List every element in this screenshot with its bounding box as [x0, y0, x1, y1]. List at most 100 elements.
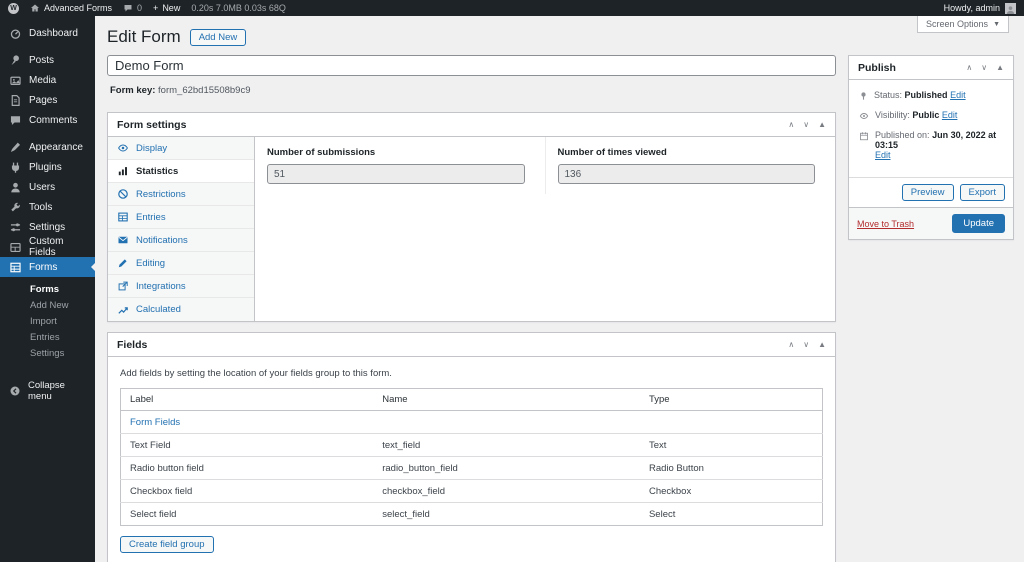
preview-button[interactable]: Preview [901, 184, 954, 201]
edit-status-link[interactable]: Edit [950, 90, 966, 100]
toggle-panel-icon[interactable]: ▲ [818, 340, 826, 349]
export-button[interactable]: Export [959, 184, 1005, 201]
move-up-icon[interactable]: ∧ [788, 340, 794, 349]
howdy-account-menu[interactable]: Howdy, admin [944, 3, 1000, 13]
post-status-pin-icon [859, 91, 868, 101]
appearance-brush-icon [9, 141, 22, 154]
move-to-trash-link[interactable]: Move to Trash [857, 219, 914, 229]
custom-fields-icon [9, 241, 22, 254]
plugins-icon [9, 161, 22, 174]
pencil-icon [117, 257, 129, 269]
plus-icon: + [153, 3, 159, 13]
edit-published-link[interactable]: Edit [875, 150, 891, 160]
statistics-panel: Number of submissions Number of times vi… [255, 137, 835, 321]
tab-display[interactable]: Display [108, 137, 254, 160]
create-field-group-button[interactable]: Create field group [120, 536, 214, 553]
column-header-label: Label [120, 388, 374, 411]
visibility-row: Visibility: Public Edit [859, 110, 1003, 121]
external-link-icon [117, 280, 129, 292]
pages-icon [9, 94, 22, 107]
move-up-icon[interactable]: ∧ [788, 120, 794, 129]
tab-statistics[interactable]: Statistics [108, 160, 254, 183]
submenu-item-import[interactable]: Import [0, 313, 95, 329]
tab-restrictions[interactable]: Restrictions [108, 183, 254, 206]
sidebar-item-dashboard[interactable]: Dashboard [0, 23, 95, 43]
move-down-icon[interactable]: ∨ [803, 340, 809, 349]
tools-wrench-icon [9, 201, 22, 214]
tab-calculated[interactable]: Calculated [108, 298, 254, 321]
sidebar-item-settings[interactable]: Settings [0, 217, 95, 237]
submenu-item-entries[interactable]: Entries [0, 329, 95, 345]
fields-metabox: Fields ∧ ∨ ▲ Add fields by setting the l… [107, 332, 836, 562]
wp-logo-menu[interactable]: W [8, 2, 19, 14]
submenu-item-settings[interactable]: Settings [0, 345, 95, 361]
site-name-menu[interactable]: Advanced Forms [30, 3, 112, 13]
form-settings-metabox: Form settings ∧ ∨ ▲ Display Statistics R… [107, 112, 836, 322]
field-group-link[interactable]: Form Fields [130, 417, 180, 428]
sidebar-item-tools[interactable]: Tools [0, 197, 95, 217]
fields-description: Add fields by setting the location of yo… [120, 368, 392, 379]
table-row: Select field select_field Select [130, 508, 676, 520]
settings-sliders-icon [9, 221, 22, 234]
status-row: Status: Published Edit [859, 90, 1003, 101]
field-group-row: Form Fields [120, 410, 823, 434]
envelope-icon [117, 234, 129, 246]
comments-icon [9, 114, 22, 127]
submenu-item-forms[interactable]: Forms [0, 281, 95, 297]
performance-stats: 0.20s 7.0MB 0.03s 68Q [191, 3, 286, 13]
tab-editing[interactable]: Editing [108, 252, 254, 275]
sidebar-item-plugins[interactable]: Plugins [0, 157, 95, 177]
screen-options-tab[interactable]: Screen Options ▼ [917, 16, 1009, 33]
move-up-icon[interactable]: ∧ [966, 63, 972, 72]
sidebar-item-custom-fields[interactable]: Custom Fields [0, 236, 95, 258]
submissions-input[interactable] [267, 164, 525, 184]
publish-column: Publish ∧ ∨ ▲ Status: Published Edit Vis… [848, 55, 1014, 240]
sidebar-item-forms[interactable]: Forms [0, 257, 95, 277]
add-new-button[interactable]: Add New [189, 28, 247, 46]
table-header-row: Label Name Type [120, 388, 823, 411]
calendar-icon [859, 131, 869, 141]
chevron-down-icon: ▼ [993, 20, 1000, 28]
major-publishing-actions: Move to Trash Update [849, 207, 1013, 239]
move-down-icon[interactable]: ∨ [981, 63, 987, 72]
new-menu[interactable]: + New [153, 3, 180, 13]
tab-notifications[interactable]: Notifications [108, 229, 254, 252]
sidebar-item-users[interactable]: Users [0, 177, 95, 197]
new-label: New [162, 3, 181, 13]
move-down-icon[interactable]: ∨ [803, 120, 809, 129]
publish-metabox: Publish ∧ ∨ ▲ Status: Published Edit Vis… [848, 55, 1014, 240]
comments-menu[interactable]: 0 [123, 3, 142, 13]
toggle-panel-icon[interactable]: ▲ [818, 120, 826, 129]
tab-entries[interactable]: Entries [108, 206, 254, 229]
table-row: Radio button field radio_button_field Ra… [120, 456, 823, 480]
sidebar-item-pages[interactable]: Pages [0, 90, 95, 110]
trend-line-icon [117, 304, 129, 316]
posts-pin-icon [9, 54, 22, 67]
form-key: Form key: form_62bd15508b9c9 [110, 85, 251, 96]
sidebar-item-posts[interactable]: Posts [0, 50, 95, 70]
minor-publishing-actions: Preview Export [849, 177, 1013, 207]
submenu-item-add-new[interactable]: Add New [0, 297, 95, 313]
sidebar-item-media[interactable]: Media [0, 70, 95, 90]
settings-tab-list: Display Statistics Restrictions Entries … [108, 137, 255, 321]
home-icon [30, 3, 40, 13]
collapse-menu-button[interactable]: Collapse menu [0, 380, 95, 402]
table-icon [117, 211, 129, 223]
site-name: Advanced Forms [44, 3, 113, 13]
views-field: Number of times viewed [544, 137, 836, 194]
toggle-panel-icon[interactable]: ▲ [996, 63, 1004, 72]
admin-sidebar: Dashboard Posts Media Pages Comments App… [0, 16, 95, 562]
publish-title: Publish [858, 61, 896, 74]
sidebar-item-appearance[interactable]: Appearance [0, 137, 95, 157]
views-input[interactable] [557, 164, 816, 184]
forms-icon [9, 261, 22, 274]
edit-visibility-link[interactable]: Edit [942, 110, 958, 120]
admin-bar: W Advanced Forms 0 + New 0.20s 7.0MB 0.0… [0, 0, 1024, 16]
tab-integrations[interactable]: Integrations [108, 275, 254, 298]
fields-title: Fields [117, 338, 148, 351]
forms-submenu: Forms Add New Import Entries Settings [0, 277, 95, 367]
form-title-input[interactable] [107, 55, 836, 76]
update-button[interactable]: Update [952, 214, 1005, 233]
sidebar-item-comments[interactable]: Comments [0, 110, 95, 130]
avatar[interactable] [1005, 2, 1016, 14]
